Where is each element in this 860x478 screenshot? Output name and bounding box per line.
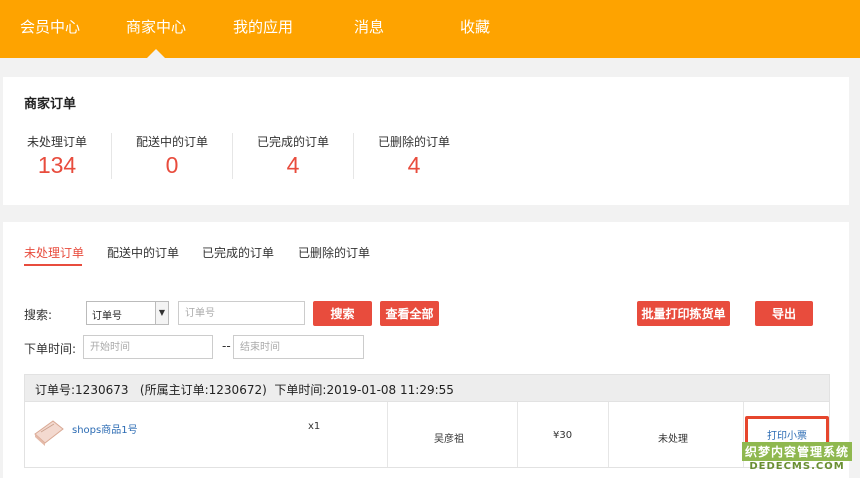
stat-deleted[interactable]: 已删除的订单 4 — [354, 133, 474, 179]
search-type-select[interactable]: 订单号 ▼ — [86, 301, 169, 325]
product-quantity: x1 — [308, 421, 321, 432]
end-time-input[interactable] — [233, 335, 364, 359]
nav-messages[interactable]: 消息 — [354, 16, 384, 37]
tab-completed[interactable]: 已完成的订单 — [202, 244, 274, 261]
cell-divider — [608, 402, 609, 467]
card-title: 商家订单 — [24, 97, 77, 112]
active-nav-caret — [147, 49, 165, 58]
active-tab-underline — [24, 264, 82, 266]
batch-print-button[interactable]: 批量打印拣货单 — [637, 301, 730, 326]
tab-unprocessed[interactable]: 未处理订单 — [24, 244, 84, 261]
order-header: 订单号:1230673 (所属主订单:1230672) 下单时间:2019-01… — [24, 374, 830, 402]
stat-label: 配送中的订单 — [135, 135, 208, 149]
stat-unprocessed[interactable]: 未处理订单 134 — [0, 133, 117, 179]
order-summary-card: 商家订单 未处理订单 134 配送中的订单 0 已完成的订单 4 已删除的订单 … — [3, 77, 849, 205]
dedecms-watermark: 织梦内容管理系统 DEDECMS.COM — [741, 442, 852, 472]
search-button[interactable]: 搜索 — [313, 301, 372, 326]
stat-value: 4 — [286, 152, 300, 178]
search-type-value: 订单号 — [92, 311, 122, 322]
order-time-label: 下单时间: — [24, 342, 77, 356]
stat-value: 4 — [407, 152, 421, 178]
stat-label: 未处理订单 — [26, 135, 87, 149]
table-row: shops商品1号 x1 吴彦祖 ¥30 未处理 打印小票 — [24, 402, 830, 468]
start-time-input[interactable] — [83, 335, 213, 359]
watermark-sub: DEDECMS.COM — [749, 461, 845, 472]
stat-label: 已删除的订单 — [377, 135, 450, 149]
stat-label: 已完成的订单 — [256, 135, 329, 149]
order-price: ¥30 — [553, 430, 573, 441]
tab-deleted[interactable]: 已删除的订单 — [298, 244, 370, 261]
stat-value: 134 — [37, 152, 77, 178]
stat-shipping[interactable]: 配送中的订单 0 — [112, 133, 232, 179]
nav-member-center[interactable]: 会员中心 — [20, 16, 80, 37]
product-thumbnail[interactable] — [32, 417, 66, 447]
order-header-text: 订单号:1230673 (所属主订单:1230672) 下单时间:2019-01… — [35, 383, 454, 397]
search-label: 搜索: — [24, 308, 53, 322]
orders-card: 未处理订单 配送中的订单 已完成的订单 已删除的订单 搜索: 订单号 ▼ 搜索 … — [3, 222, 849, 478]
cell-divider — [387, 402, 388, 467]
top-nav: 会员中心 商家中心 我的应用 消息 收藏 — [0, 0, 860, 58]
stat-value: 0 — [165, 152, 179, 178]
nav-my-apps[interactable]: 我的应用 — [233, 16, 293, 37]
product-name-link[interactable]: shops商品1号 — [72, 421, 138, 436]
order-status: 未处理 — [658, 434, 688, 445]
cell-divider — [517, 402, 518, 467]
nav-favorites[interactable]: 收藏 — [460, 16, 490, 37]
stat-completed[interactable]: 已完成的订单 4 — [233, 133, 353, 179]
view-all-button[interactable]: 查看全部 — [380, 301, 439, 326]
watermark-main: 织梦内容管理系统 — [741, 442, 852, 461]
date-separator: -- — [222, 339, 231, 353]
buyer-name: 吴彦祖 — [434, 434, 464, 445]
dropdown-arrow-icon[interactable]: ▼ — [155, 302, 168, 324]
search-keyword-input[interactable] — [178, 301, 305, 325]
tab-shipping[interactable]: 配送中的订单 — [107, 244, 179, 261]
nav-merchant-center[interactable]: 商家中心 — [126, 16, 186, 37]
export-button[interactable]: 导出 — [755, 301, 813, 326]
